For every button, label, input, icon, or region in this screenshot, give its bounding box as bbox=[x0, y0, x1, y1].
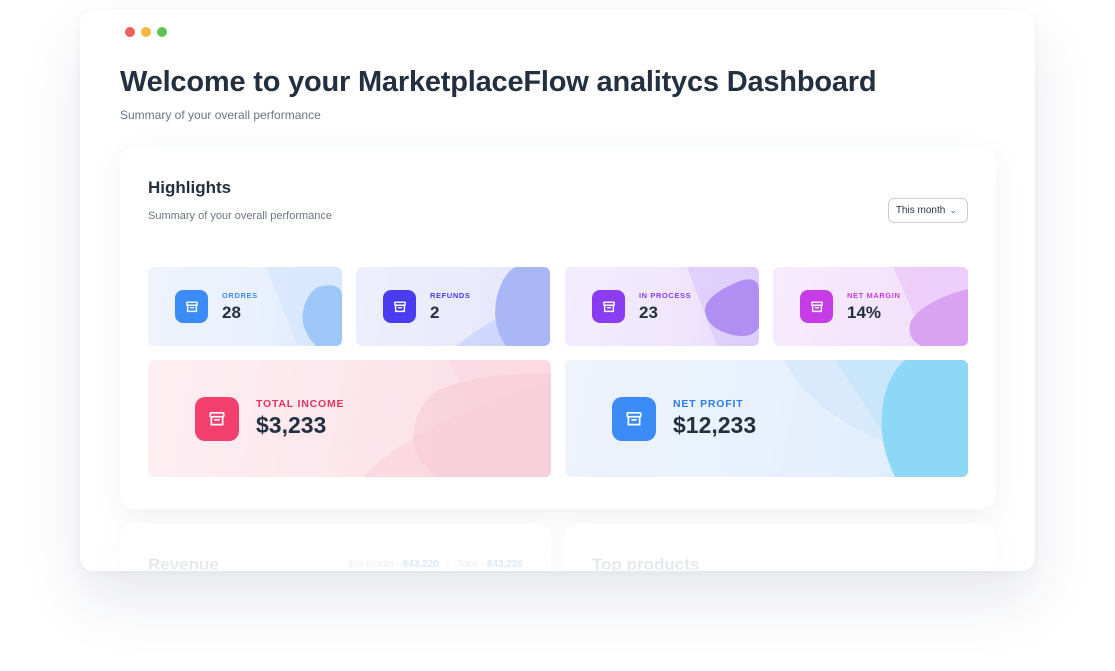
divider: | bbox=[446, 559, 450, 570]
archive-box-icon bbox=[195, 397, 239, 441]
revenue-card: Revenue this month - 843,220 | Total - 8… bbox=[120, 523, 551, 571]
stat-label: NET MARGIN bbox=[847, 291, 901, 300]
window-controls bbox=[125, 27, 167, 37]
close-window-button[interactable] bbox=[125, 27, 135, 37]
stat-card-net-margin[interactable]: NET MARGIN 14% bbox=[773, 267, 968, 346]
revenue-total-label: Total - bbox=[456, 559, 485, 570]
stat-value: 2 bbox=[430, 303, 440, 322]
stat-value: 14% bbox=[847, 303, 882, 322]
stat-label: NET PROFIT bbox=[673, 398, 744, 410]
stat-card-in-process[interactable]: IN PROCESS 23 bbox=[565, 267, 759, 346]
stat-label: ORDRES bbox=[222, 291, 258, 300]
archive-box-icon bbox=[612, 397, 656, 441]
stat-card-net-profit[interactable]: NET PROFIT $12,233 bbox=[565, 360, 968, 477]
stat-label: REFUNDS bbox=[430, 291, 471, 300]
highlights-subtitle: Summary of your overall performance bbox=[148, 210, 333, 222]
browser-window: Welcome to your MarketplaceFlow analityc… bbox=[80, 10, 1035, 571]
stat-value: $12,233 bbox=[673, 412, 757, 438]
stat-card-total-income[interactable]: TOTAL INCOME $3,233 bbox=[148, 360, 551, 477]
period-select[interactable]: This month ⌄ bbox=[887, 198, 968, 223]
stat-value: 23 bbox=[639, 303, 658, 322]
period-select-label: This month bbox=[895, 205, 946, 216]
highlights-card: Highlights Summary of your overall perfo… bbox=[120, 148, 996, 509]
revenue-title: Revenue bbox=[148, 555, 219, 571]
revenue-this-month-label: this month - bbox=[347, 559, 400, 570]
minimize-window-button[interactable] bbox=[141, 27, 151, 37]
stat-card-refunds[interactable]: REFUNDS 2 bbox=[356, 267, 550, 346]
stat-value: 28 bbox=[222, 303, 241, 322]
archive-box-icon bbox=[592, 290, 625, 323]
archive-box-icon bbox=[383, 290, 416, 323]
highlights-title: Highlights bbox=[148, 178, 232, 197]
revenue-this-month-value: 843,220 bbox=[402, 559, 439, 570]
chevron-down-icon: ⌄ bbox=[949, 206, 958, 215]
stat-value: $3,233 bbox=[256, 412, 327, 438]
top-products-card: Top products bbox=[564, 523, 996, 571]
archive-box-icon bbox=[800, 290, 833, 323]
revenue-total-value: 843,220 bbox=[486, 559, 523, 570]
page-title: Welcome to your MarketplaceFlow analityc… bbox=[120, 66, 877, 98]
revenue-summary: this month - 843,220 | Total - 843,220 bbox=[348, 559, 523, 570]
stat-card-orders[interactable]: ORDRES 28 bbox=[148, 267, 342, 346]
maximize-window-button[interactable] bbox=[157, 27, 167, 37]
top-products-title: Top products bbox=[592, 555, 700, 571]
stat-label: IN PROCESS bbox=[639, 291, 692, 300]
archive-box-icon bbox=[175, 290, 208, 323]
stat-label: TOTAL INCOME bbox=[256, 398, 345, 410]
page-subtitle: Summary of your overall performance bbox=[120, 108, 321, 122]
